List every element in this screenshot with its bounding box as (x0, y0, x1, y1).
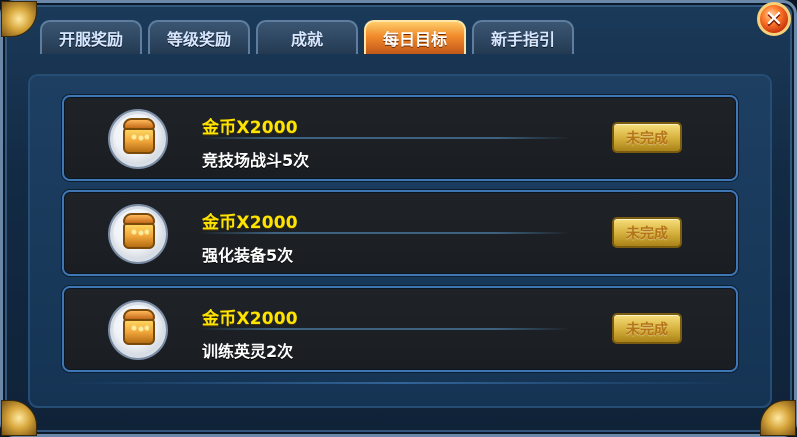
reward-text: 金币X2000 (202, 309, 298, 329)
list-bottom-divider (62, 382, 738, 384)
task-text: 训练英灵2次 (202, 342, 294, 361)
status-button[interactable]: 未完成 (612, 313, 682, 344)
close-button[interactable]: ✕ (757, 2, 791, 36)
task-text: 强化装备5次 (202, 246, 294, 265)
close-icon: ✕ (764, 6, 784, 32)
row-divider (200, 137, 570, 139)
treasure-chest-icon (110, 302, 166, 358)
corner-ornament (1, 1, 37, 37)
tab-daily-goals[interactable]: 每日目标 (364, 20, 466, 54)
row-divider (200, 328, 570, 330)
daily-goal-row: 金币X2000 强化装备5次 未完成 (62, 190, 738, 276)
reward-text: 金币X2000 (202, 118, 298, 138)
treasure-chest-icon (110, 111, 166, 167)
daily-goal-row: 金币X2000 竞技场战斗5次 未完成 (62, 95, 738, 181)
status-button[interactable]: 未完成 (612, 217, 682, 248)
chest-icon (123, 309, 155, 345)
chest-icon (123, 118, 155, 154)
row-divider (200, 232, 570, 234)
status-button[interactable]: 未完成 (612, 122, 682, 153)
tab-newbie-guide[interactable]: 新手指引 (472, 20, 574, 54)
tab-bar: 开服奖励 等级奖励 成就 每日目标 新手指引 (40, 20, 574, 54)
tab-open-server-reward[interactable]: 开服奖励 (40, 20, 142, 54)
reward-text: 金币X2000 (202, 213, 298, 233)
task-text: 竞技场战斗5次 (202, 151, 310, 170)
tab-achievement[interactable]: 成就 (256, 20, 358, 54)
treasure-chest-icon (110, 206, 166, 262)
chest-icon (123, 213, 155, 249)
tab-level-reward[interactable]: 等级奖励 (148, 20, 250, 54)
daily-goal-row: 金币X2000 训练英灵2次 未完成 (62, 286, 738, 372)
